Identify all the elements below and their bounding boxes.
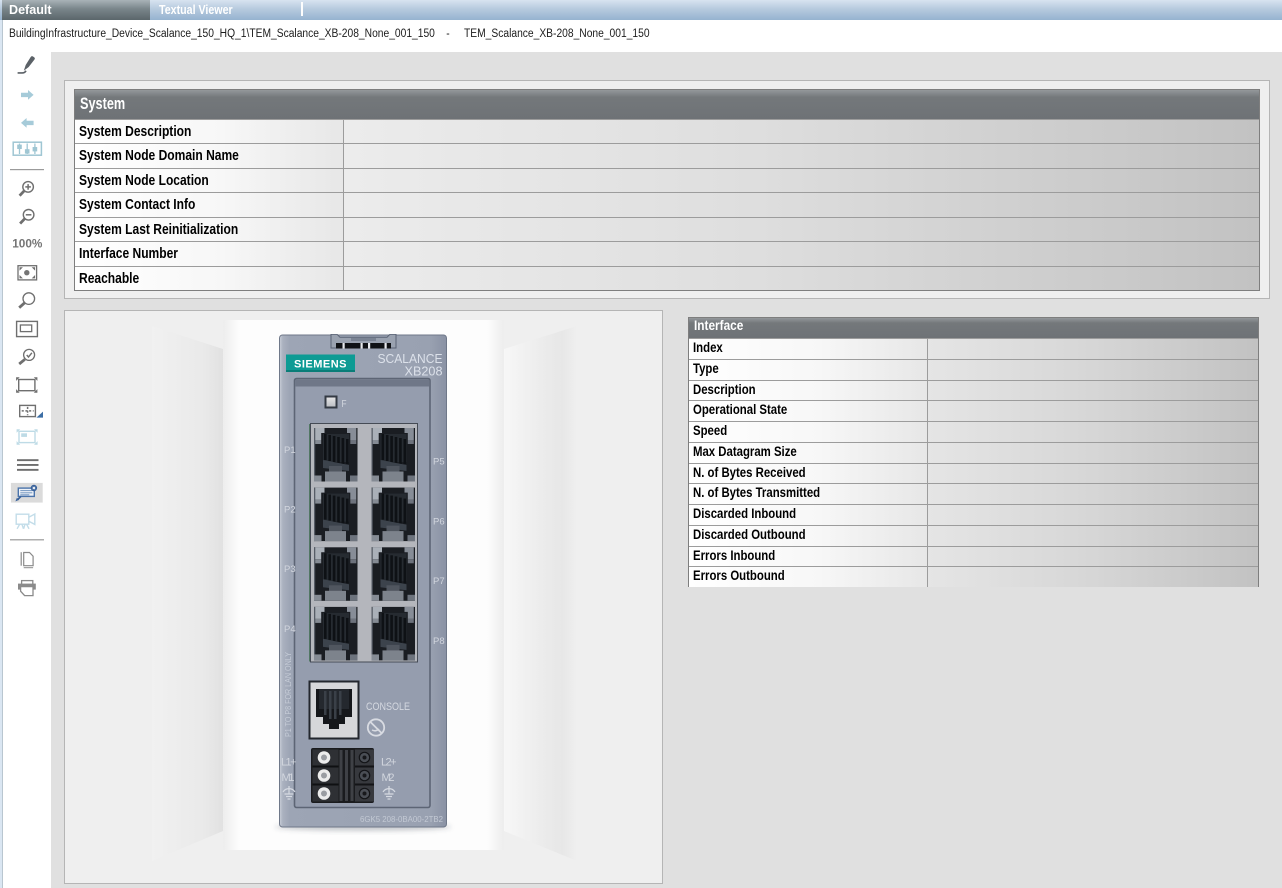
svg-text:CONSOLE: CONSOLE	[366, 701, 410, 713]
svg-text:M2: M2	[382, 772, 395, 784]
svg-text:P3: P3	[284, 564, 296, 575]
svg-text:F: F	[342, 399, 347, 410]
svg-text:100%: 100%	[12, 237, 43, 251]
svg-text:L2+: L2+	[381, 757, 397, 769]
svg-text:P2: P2	[284, 505, 296, 516]
svg-text:SIEMENS: SIEMENS	[294, 359, 347, 371]
svg-text:P6: P6	[433, 516, 445, 527]
svg-text:P8: P8	[433, 636, 445, 647]
svg-text:P1 TO P8 FOR LAN ONLY: P1 TO P8 FOR LAN ONLY	[284, 651, 293, 737]
svg-text:XB208: XB208	[405, 365, 443, 379]
svg-text:P5: P5	[433, 457, 445, 468]
svg-text:P4: P4	[284, 624, 296, 635]
svg-text:L1+: L1+	[281, 757, 297, 769]
svg-text:M1: M1	[282, 772, 295, 784]
svg-text:P7: P7	[433, 576, 445, 587]
svg-text:6GK5 208-0BA00-2TB2: 6GK5 208-0BA00-2TB2	[360, 814, 443, 824]
svg-text:P1: P1	[284, 445, 296, 456]
